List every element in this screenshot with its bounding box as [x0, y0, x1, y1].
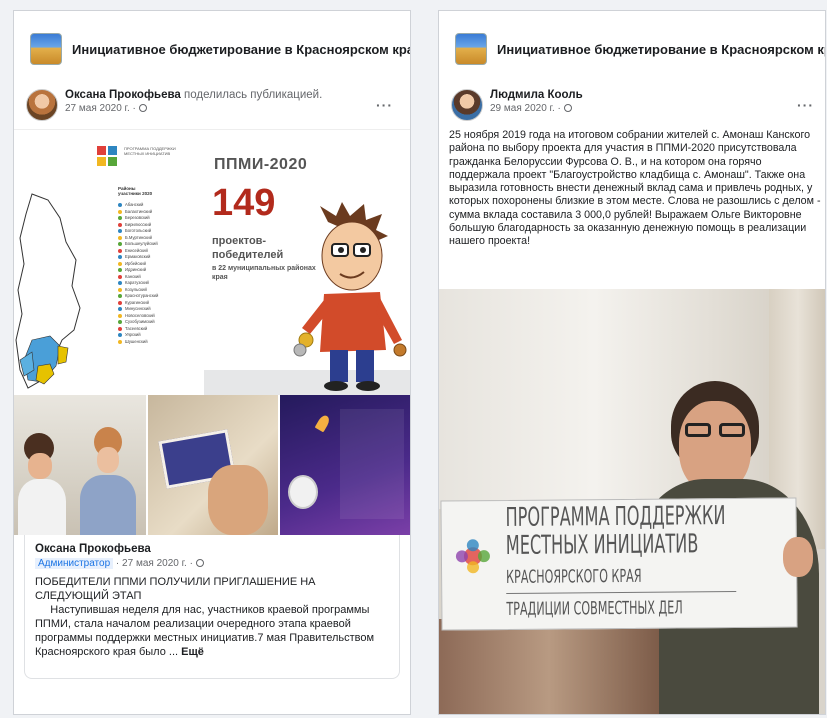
sub-author-name[interactable]: Оксана Прокофьева — [35, 543, 389, 555]
sign-line-4: ТРАДИЦИИ СОВМЕСТНЫХ ДЕЛ — [506, 597, 683, 620]
legend-dot-icon — [118, 333, 122, 338]
post-card: Инициативное бюджетирование в Красноярск… — [438, 10, 826, 715]
legend-dot-icon — [118, 248, 122, 253]
region-legend: Абанский Балахтинский Березовский Бирилюсск… — [118, 202, 158, 345]
legend-dot-icon — [118, 203, 122, 208]
page-logo-icon[interactable] — [30, 33, 62, 65]
admin-badge: Администратор — [35, 558, 114, 569]
author-name[interactable]: Оксана Прокофьева — [65, 89, 181, 101]
shared-post-preview[interactable]: Оксана Прокофьева Администратор · 27 мая… — [24, 535, 400, 679]
more-options-icon[interactable]: ··· — [797, 97, 814, 113]
legend-dot-icon — [118, 242, 122, 247]
post-text: 25 ноября 2019 года на итоговом собрании… — [449, 129, 821, 248]
photo-women[interactable] — [14, 395, 146, 535]
avatar[interactable] — [451, 89, 483, 121]
region-map — [15, 193, 81, 389]
page-name[interactable]: Инициативное бюджетирование в Красноярск… — [497, 42, 825, 57]
legend-dot-icon — [118, 313, 122, 318]
globe-icon — [195, 559, 204, 567]
program-logo-icon — [97, 146, 119, 168]
infographic-image[interactable]: ПРОГРАММА ПОДДЕРЖКИ МЕСТНЫХ ИНИЦИАТИВ Ра… — [14, 129, 410, 395]
page-logo-icon[interactable] — [455, 33, 487, 65]
sub-meta: Администратор · 27 мая 2020 г. · — [35, 558, 389, 569]
globe-icon — [138, 104, 147, 112]
sign-board: ПРОГРАММА ПОДДЕРЖКИ МЕСТНЫХ ИНИЦИАТИВ КР… — [440, 497, 798, 631]
photo-space-invitation[interactable] — [280, 395, 410, 535]
legend-dot-icon — [118, 326, 122, 331]
legend-dot-icon — [118, 261, 122, 266]
legend-dot-icon — [118, 339, 122, 344]
post-photo[interactable]: ПРОГРАММА ПОДДЕРЖКИ МЕСТНЫХ ИНИЦИАТИВ КР… — [439, 289, 825, 714]
author-row: Людмила Кооль 29 мая 2020 г. · — [451, 89, 583, 121]
legend-dot-icon — [118, 222, 122, 227]
sign-line-3: КРАСНОЯРСКОГО КРАЯ — [506, 565, 642, 588]
infographic-winners: проектов-победителей — [212, 235, 284, 261]
post-date[interactable]: 27 мая 2020 г. · — [65, 103, 322, 114]
photo-invitation[interactable] — [148, 395, 278, 535]
legend-dot-icon — [118, 294, 122, 299]
legend-dot-icon — [118, 320, 122, 325]
page-header[interactable]: Инициативное бюджетирование в Красноярск… — [30, 33, 410, 65]
infographic-year: ППМИ-2020 — [214, 156, 308, 173]
see-more-link[interactable]: Ещё — [181, 646, 204, 658]
legend-dot-icon — [118, 274, 122, 279]
avatar[interactable] — [26, 89, 58, 121]
legend-item: Шушенский — [118, 339, 158, 346]
legend-title: Районы участники 2020 — [118, 186, 153, 196]
page-header[interactable]: Инициативное бюджетирование в Красноярск… — [455, 33, 825, 65]
post-card-shared: Инициативное бюджетирование в Красноярск… — [13, 10, 411, 715]
author-name[interactable]: Людмила Кооль — [490, 89, 583, 101]
more-options-icon[interactable]: ··· — [376, 97, 393, 113]
cartoon-character-image — [293, 202, 407, 391]
legend-dot-icon — [118, 268, 122, 273]
sign-line-2: МЕСТНЫХ ИНИЦИАТИВ — [505, 529, 699, 561]
page-name[interactable]: Инициативное бюджетирование в Красноярск… — [72, 42, 410, 57]
sign-line-1: ПРОГРАММА ПОДДЕРЖКИ — [505, 501, 726, 533]
legend-dot-icon — [118, 229, 122, 234]
author-row: Оксана Прокофьева поделилась публикацией… — [26, 89, 322, 121]
legend-dot-icon — [118, 281, 122, 286]
shared-text: поделилась публикацией. — [184, 89, 323, 101]
program-logo-icon — [455, 539, 490, 574]
legend-dot-icon — [118, 255, 122, 260]
legend-dot-icon — [118, 235, 122, 240]
legend-dot-icon — [118, 287, 122, 292]
globe-icon — [563, 104, 572, 112]
program-title: ПРОГРАММА ПОДДЕРЖКИ МЕСТНЫХ ИНИЦИАТИВ — [124, 146, 176, 156]
sub-post-text: Наступившая неделя для нас, участников к… — [35, 604, 378, 658]
infographic-number: 149 — [212, 182, 276, 224]
post-date[interactable]: 29 мая 2020 г. · — [490, 103, 583, 114]
photo-strip — [14, 395, 410, 535]
sub-post-title: ПОБЕДИТЕЛИ ППМИ ПОЛУЧИЛИ ПРИГЛАШЕНИЕ НА … — [35, 576, 316, 602]
legend-dot-icon — [118, 300, 122, 305]
legend-dot-icon — [118, 216, 122, 221]
legend-dot-icon — [118, 307, 122, 312]
author-line: Оксана Прокофьева поделилась публикацией… — [65, 89, 322, 101]
legend-dot-icon — [118, 209, 122, 214]
